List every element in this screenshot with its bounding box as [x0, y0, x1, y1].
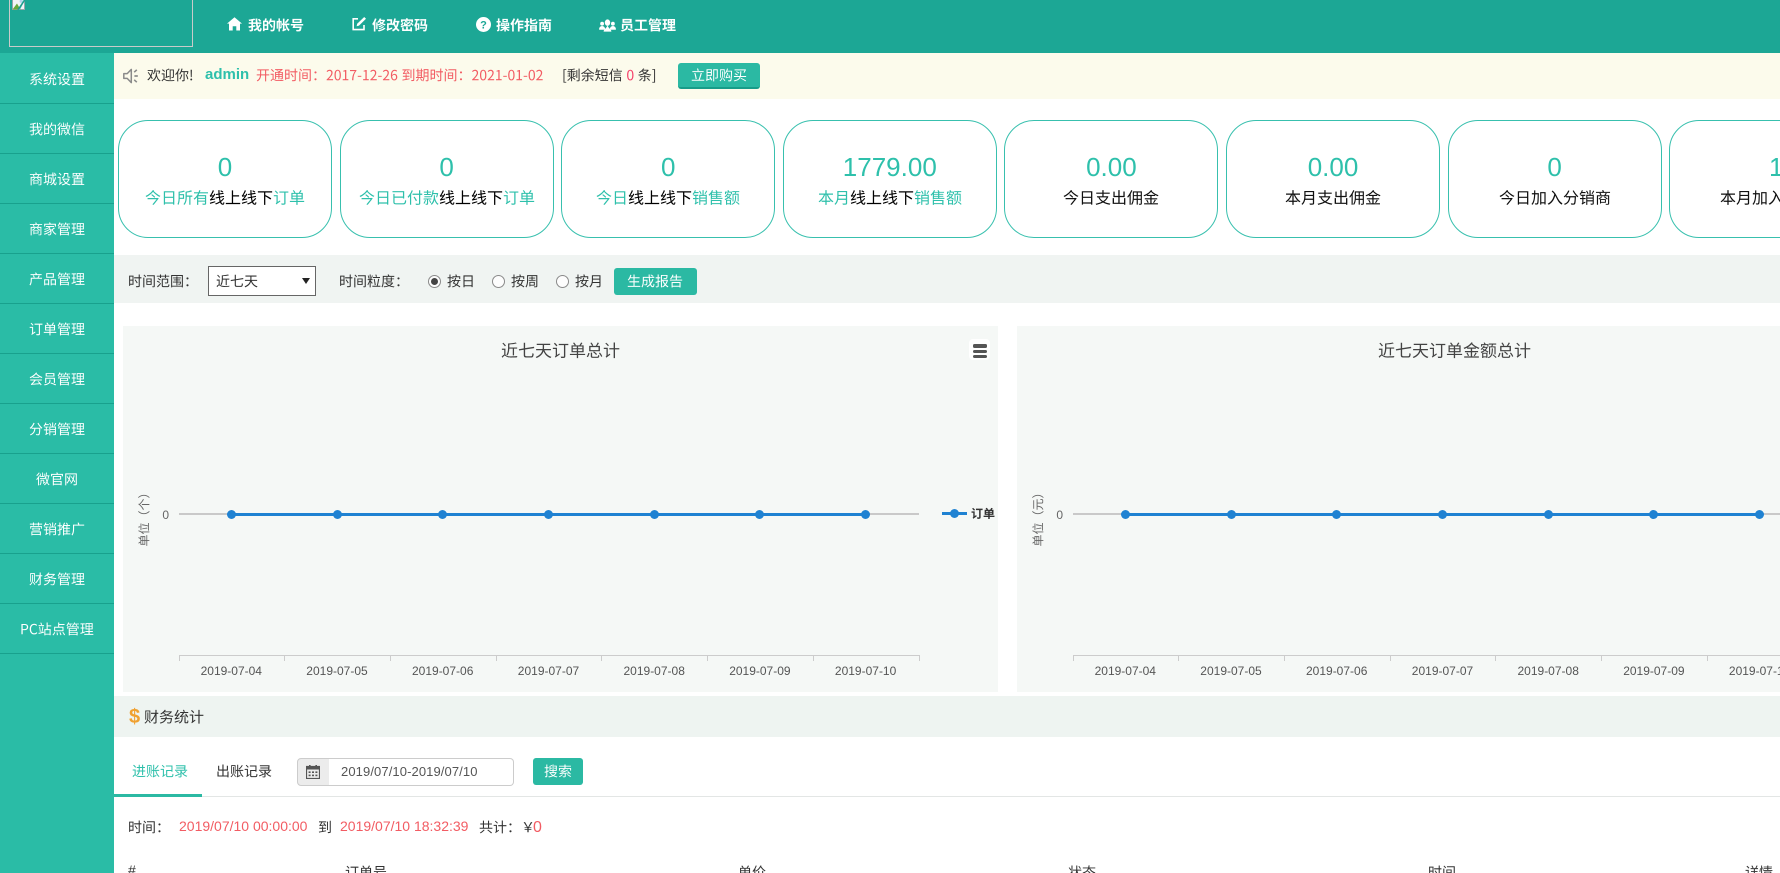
svg-text:?: ?	[480, 19, 487, 31]
